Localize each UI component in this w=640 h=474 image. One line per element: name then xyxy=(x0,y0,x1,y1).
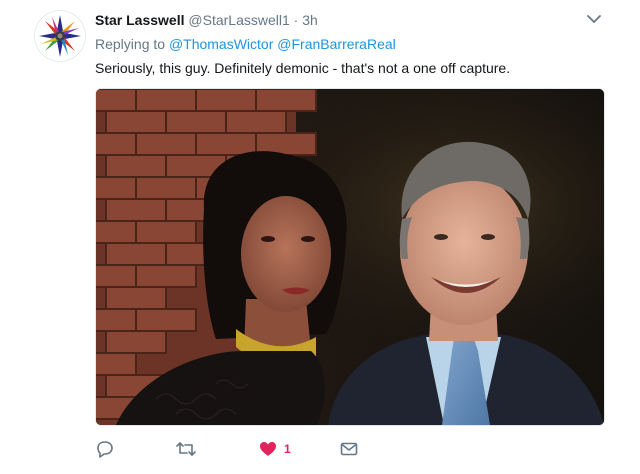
avatar-star-icon xyxy=(39,15,81,57)
direct-message-button[interactable] xyxy=(339,437,359,461)
display-name[interactable]: Star Lasswell xyxy=(95,12,185,28)
retweet-button[interactable] xyxy=(175,437,197,461)
heart-icon xyxy=(260,442,276,456)
user-handle[interactable]: @StarLasswell1 xyxy=(188,12,289,28)
retweet-icon xyxy=(176,442,196,456)
tweet: Star Lasswell @StarLasswell1 · 3h Replyi… xyxy=(0,0,640,474)
chevron-down-icon xyxy=(587,15,601,23)
replying-to-label: Replying to xyxy=(95,36,166,52)
tweet-text: Seriously, this guy. Definitely demonic … xyxy=(95,60,511,76)
reply-button[interactable] xyxy=(95,437,115,461)
mention-link[interactable]: @ThomasWictor xyxy=(169,36,273,52)
tweet-header: Star Lasswell @StarLasswell1 · 3h xyxy=(95,11,318,29)
tweet-timestamp[interactable]: 3h xyxy=(302,12,318,28)
like-count: 1 xyxy=(284,442,291,456)
photo-image xyxy=(96,89,604,425)
tweet-actions: 1 xyxy=(95,437,395,461)
avatar[interactable] xyxy=(34,10,86,62)
envelope-icon xyxy=(340,442,358,456)
mention-link[interactable]: @FranBarreraReal xyxy=(277,36,395,52)
like-button[interactable]: 1 xyxy=(258,437,291,461)
replying-to: Replying to @ThomasWictor @FranBarreraRe… xyxy=(95,35,396,53)
reply-icon xyxy=(97,441,113,458)
tweet-menu-button[interactable] xyxy=(585,12,603,26)
separator-dot: · xyxy=(293,12,299,28)
tweet-photo[interactable] xyxy=(95,88,605,426)
